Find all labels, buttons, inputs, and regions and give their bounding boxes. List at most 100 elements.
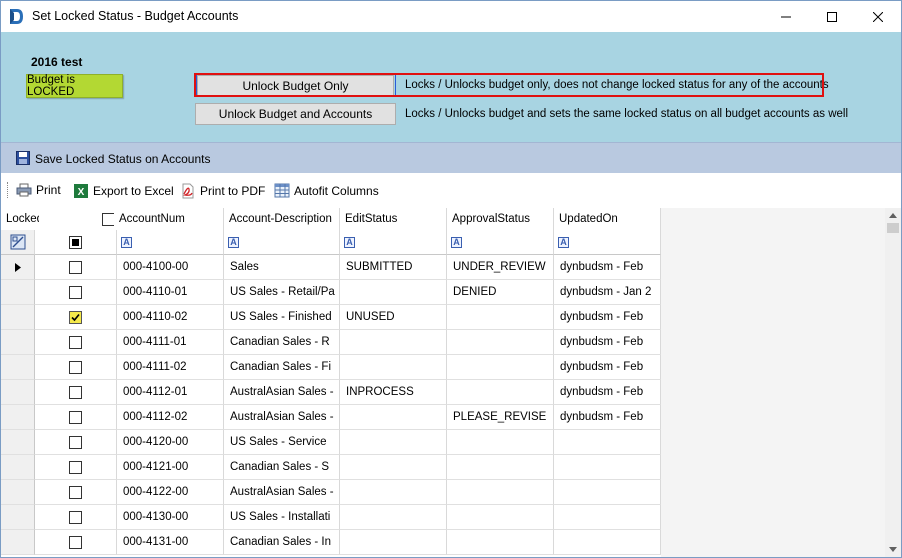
approval-status-cell[interactable] [447,330,554,355]
row-selector[interactable] [1,255,35,280]
updated-on-cell[interactable]: dynbudsm - Feb [554,355,661,380]
account-description-cell[interactable]: US Sales - Retail/Pa [224,280,340,305]
updated-on-cell[interactable]: dynbudsm - Jan 2 [554,280,661,305]
column-header-editstatus[interactable]: EditStatus [340,208,447,230]
locked-checkbox[interactable] [69,260,82,274]
updated-on-cell[interactable] [554,530,661,555]
account-description-cell[interactable]: Canadian Sales - Fi [224,355,340,380]
row-selector[interactable] [1,405,35,430]
filter-approvalstatus[interactable]: A [447,230,554,255]
column-header-account-description[interactable]: Account-Description [224,208,340,230]
account-description-cell[interactable]: Canadian Sales - In [224,530,340,555]
account-description-cell[interactable]: Canadian Sales - S [224,455,340,480]
updated-on-cell[interactable] [554,505,661,530]
account-num-cell[interactable]: 000-4111-02 [117,355,224,380]
account-num-cell[interactable]: 000-4120-00 [117,430,224,455]
approval-status-cell[interactable] [447,380,554,405]
edit-status-cell[interactable]: UNUSED [340,305,447,330]
locked-checkbox[interactable] [69,485,82,499]
edit-status-cell[interactable] [340,280,447,305]
edit-status-cell[interactable] [340,430,447,455]
approval-status-cell[interactable] [447,430,554,455]
locked-checkbox[interactable] [69,435,82,449]
updated-on-cell[interactable] [554,455,661,480]
maximize-button[interactable] [809,1,855,32]
account-description-cell[interactable]: US Sales - Finished [224,305,340,330]
approval-status-cell[interactable] [447,480,554,505]
approval-status-cell[interactable] [447,305,554,330]
edit-status-cell[interactable] [340,530,447,555]
updated-on-cell[interactable]: dynbudsm - Feb [554,330,661,355]
row-selector[interactable] [1,380,35,405]
unlock-budget-and-accounts-button[interactable]: Unlock Budget and Accounts [195,103,396,125]
row-selector[interactable] [1,455,35,480]
updated-on-cell[interactable] [554,430,661,455]
account-num-cell[interactable]: 000-4100-00 [117,255,224,280]
account-num-cell[interactable]: 000-4110-02 [117,305,224,330]
account-num-cell[interactable]: 000-4112-02 [117,405,224,430]
edit-status-cell[interactable]: SUBMITTED [340,255,447,280]
approval-status-cell[interactable]: UNDER_REVIEW [447,255,554,280]
account-description-cell[interactable]: US Sales - Service [224,430,340,455]
row-selector[interactable] [1,480,35,505]
edit-status-cell[interactable] [340,455,447,480]
close-button[interactable] [855,1,901,32]
filter-row-selector[interactable] [1,230,35,255]
column-header-updatedon[interactable]: UpdatedOn [554,208,661,230]
column-header-locked[interactable]: Locked [1,208,43,230]
account-num-cell[interactable]: 000-4111-01 [117,330,224,355]
save-locked-status-bar[interactable]: Save Locked Status on Accounts [1,142,901,173]
account-description-cell[interactable]: US Sales - Installati [224,505,340,530]
locked-checkbox[interactable] [69,335,82,349]
minimize-button[interactable] [763,1,809,32]
edit-status-cell[interactable] [340,480,447,505]
account-num-cell[interactable]: 000-4131-00 [117,530,224,555]
row-selector[interactable] [1,530,35,555]
filter-account-description[interactable]: A [224,230,340,255]
updated-on-cell[interactable]: dynbudsm - Feb [554,380,661,405]
account-description-cell[interactable]: Canadian Sales - R [224,330,340,355]
row-selector[interactable] [1,505,35,530]
approval-status-cell[interactable] [447,355,554,380]
account-num-cell[interactable]: 000-4112-01 [117,380,224,405]
filter-locked-cell[interactable] [35,230,117,255]
updated-on-cell[interactable]: dynbudsm - Feb [554,255,661,280]
edit-status-cell[interactable] [340,505,447,530]
edit-status-cell[interactable] [340,330,447,355]
locked-checkbox[interactable] [69,360,82,374]
locked-checkbox[interactable] [69,510,82,524]
row-selector[interactable] [1,280,35,305]
row-selector[interactable] [1,430,35,455]
approval-status-cell[interactable] [447,505,554,530]
filter-accountnum[interactable]: A [117,230,224,255]
approval-status-cell[interactable]: DENIED [447,280,554,305]
approval-status-cell[interactable] [447,530,554,555]
account-num-cell[interactable]: 000-4130-00 [117,505,224,530]
edit-status-cell[interactable]: INPROCESS [340,380,447,405]
filter-editstatus[interactable]: A [340,230,447,255]
row-selector[interactable] [1,330,35,355]
column-header-accountnum[interactable]: AccountNum [114,208,224,230]
print-to-pdf-button[interactable]: Print to PDF [180,183,265,199]
locked-checkbox[interactable] [69,410,82,424]
account-num-cell[interactable]: 000-4122-00 [117,480,224,505]
edit-status-cell[interactable] [340,355,447,380]
filter-locked-checkbox[interactable] [69,235,82,249]
account-num-cell[interactable]: 000-4121-00 [117,455,224,480]
locked-checkbox[interactable] [69,385,82,399]
approval-status-cell[interactable]: PLEASE_REVISE [447,405,554,430]
account-description-cell[interactable]: AustralAsian Sales - [224,480,340,505]
locked-checkbox[interactable] [69,535,82,549]
edit-status-cell[interactable] [340,405,447,430]
locked-checkbox[interactable] [69,460,82,474]
scrollbar-thumb[interactable] [887,223,899,233]
account-description-cell[interactable]: AustralAsian Sales - [224,380,340,405]
account-description-cell[interactable]: Sales [224,255,340,280]
account-num-cell[interactable]: 000-4110-01 [117,280,224,305]
approval-status-cell[interactable] [447,455,554,480]
print-button[interactable]: Print [16,183,61,197]
column-header-approvalstatus[interactable]: ApprovalStatus [447,208,554,230]
updated-on-cell[interactable]: dynbudsm - Feb [554,305,661,330]
account-description-cell[interactable]: AustralAsian Sales - [224,405,340,430]
autofit-columns-button[interactable]: Autofit Columns [274,183,379,198]
